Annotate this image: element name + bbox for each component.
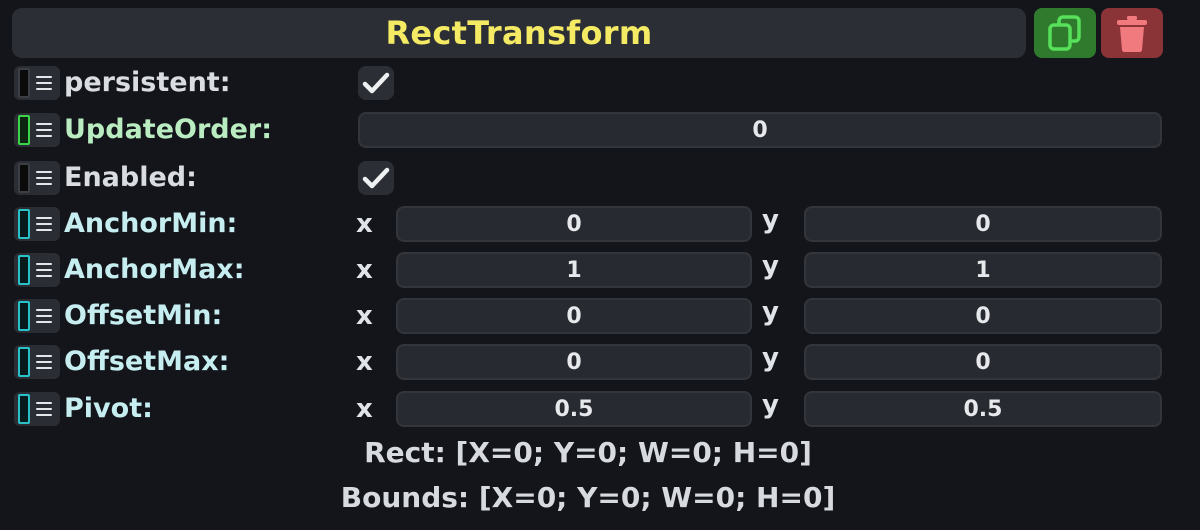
property-row-enabled: Enabled: — [12, 158, 1172, 198]
property-label: AnchorMax: — [64, 254, 245, 285]
property-row-update-order: UpdateOrder: 0 — [12, 110, 1172, 150]
anchor-max-x-input[interactable]: 1 — [396, 252, 752, 288]
menu-icon — [36, 355, 52, 369]
x-axis-label: x — [356, 301, 373, 331]
pivot-y-input[interactable]: 0.5 — [804, 391, 1162, 427]
field-value: 0.5 — [554, 396, 594, 422]
component-title: RectTransform — [385, 14, 653, 52]
menu-icon — [36, 123, 52, 137]
pivot-x-input[interactable]: 0.5 — [396, 391, 752, 427]
property-label: Enabled: — [64, 162, 197, 193]
drag-handle[interactable] — [14, 299, 60, 333]
anchor-min-x-input[interactable]: 0 — [396, 206, 752, 242]
copy-component-button[interactable] — [1034, 8, 1096, 58]
reference-slot-icon — [18, 115, 30, 145]
y-axis-label: y — [762, 205, 779, 235]
drag-handle[interactable] — [14, 345, 60, 379]
y-axis-label: y — [762, 343, 779, 373]
x-axis-label: x — [356, 347, 373, 377]
drag-handle[interactable] — [14, 113, 60, 147]
persistent-checkbox[interactable] — [358, 66, 394, 100]
trash-icon — [1117, 16, 1147, 52]
menu-icon — [36, 309, 52, 323]
enabled-checkbox[interactable] — [358, 161, 394, 195]
anchor-max-y-input[interactable]: 1 — [804, 252, 1162, 288]
field-value: 1 — [566, 257, 582, 283]
reference-slot-icon — [18, 68, 30, 98]
property-label: OffsetMax: — [64, 346, 230, 377]
field-value: 0 — [566, 303, 582, 329]
bounds-readout: Bounds: [X=0; Y=0; W=0; H=0] — [340, 481, 836, 514]
menu-icon — [36, 402, 52, 416]
menu-icon — [36, 217, 52, 231]
component-header[interactable]: RectTransform — [12, 8, 1026, 58]
reference-slot-icon — [18, 347, 30, 377]
update-order-input[interactable]: 0 — [358, 112, 1162, 148]
field-value: 0 — [975, 349, 991, 375]
x-axis-label: x — [356, 209, 373, 239]
menu-icon — [36, 76, 52, 90]
reference-slot-icon — [18, 394, 30, 424]
property-label: Pivot: — [64, 393, 153, 424]
property-label: AnchorMin: — [64, 208, 238, 239]
property-label: UpdateOrder: — [64, 114, 273, 145]
anchor-min-y-input[interactable]: 0 — [804, 206, 1162, 242]
delete-component-button[interactable] — [1101, 8, 1163, 58]
property-row-offset-min: OffsetMin: x 0 y 0 — [12, 296, 1172, 336]
rect-readout: Rect: [X=0; Y=0; W=0; H=0] — [364, 436, 812, 469]
menu-icon — [36, 263, 52, 277]
offset-min-y-input[interactable]: 0 — [804, 298, 1162, 334]
x-axis-label: x — [356, 394, 373, 424]
property-row-anchor-max: AnchorMax: x 1 y 1 — [12, 250, 1172, 290]
field-value: 0 — [752, 117, 768, 143]
property-row-pivot: Pivot: x 0.5 y 0.5 — [12, 389, 1172, 429]
property-row-offset-max: OffsetMax: x 0 y 0 — [12, 342, 1172, 382]
field-value: 1 — [975, 257, 991, 283]
property-row-persistent: persistent: — [12, 63, 1172, 103]
property-row-anchor-min: AnchorMin: x 0 y 0 — [12, 204, 1172, 244]
y-axis-label: y — [762, 297, 779, 327]
checkmark-icon — [362, 72, 390, 94]
field-value: 0 — [975, 303, 991, 329]
x-axis-label: x — [356, 255, 373, 285]
drag-handle[interactable] — [14, 207, 60, 241]
y-axis-label: y — [762, 390, 779, 420]
property-label: persistent: — [64, 67, 231, 98]
offset-max-x-input[interactable]: 0 — [396, 344, 752, 380]
offset-min-x-input[interactable]: 0 — [396, 298, 752, 334]
drag-handle[interactable] — [14, 161, 60, 195]
field-value: 0.5 — [963, 396, 1003, 422]
field-value: 0 — [566, 211, 582, 237]
field-value: 0 — [566, 349, 582, 375]
drag-handle[interactable] — [14, 253, 60, 287]
reference-slot-icon — [18, 163, 30, 193]
reference-slot-icon — [18, 301, 30, 331]
y-axis-label: y — [762, 251, 779, 281]
reference-slot-icon — [18, 209, 30, 239]
drag-handle[interactable] — [14, 66, 60, 100]
reference-slot-icon — [18, 255, 30, 285]
field-value: 0 — [975, 211, 991, 237]
property-label: OffsetMin: — [64, 300, 223, 331]
copy-icon — [1048, 15, 1081, 51]
drag-handle[interactable] — [14, 392, 60, 426]
offset-max-y-input[interactable]: 0 — [804, 344, 1162, 380]
menu-icon — [36, 171, 52, 185]
checkmark-icon — [362, 167, 390, 189]
